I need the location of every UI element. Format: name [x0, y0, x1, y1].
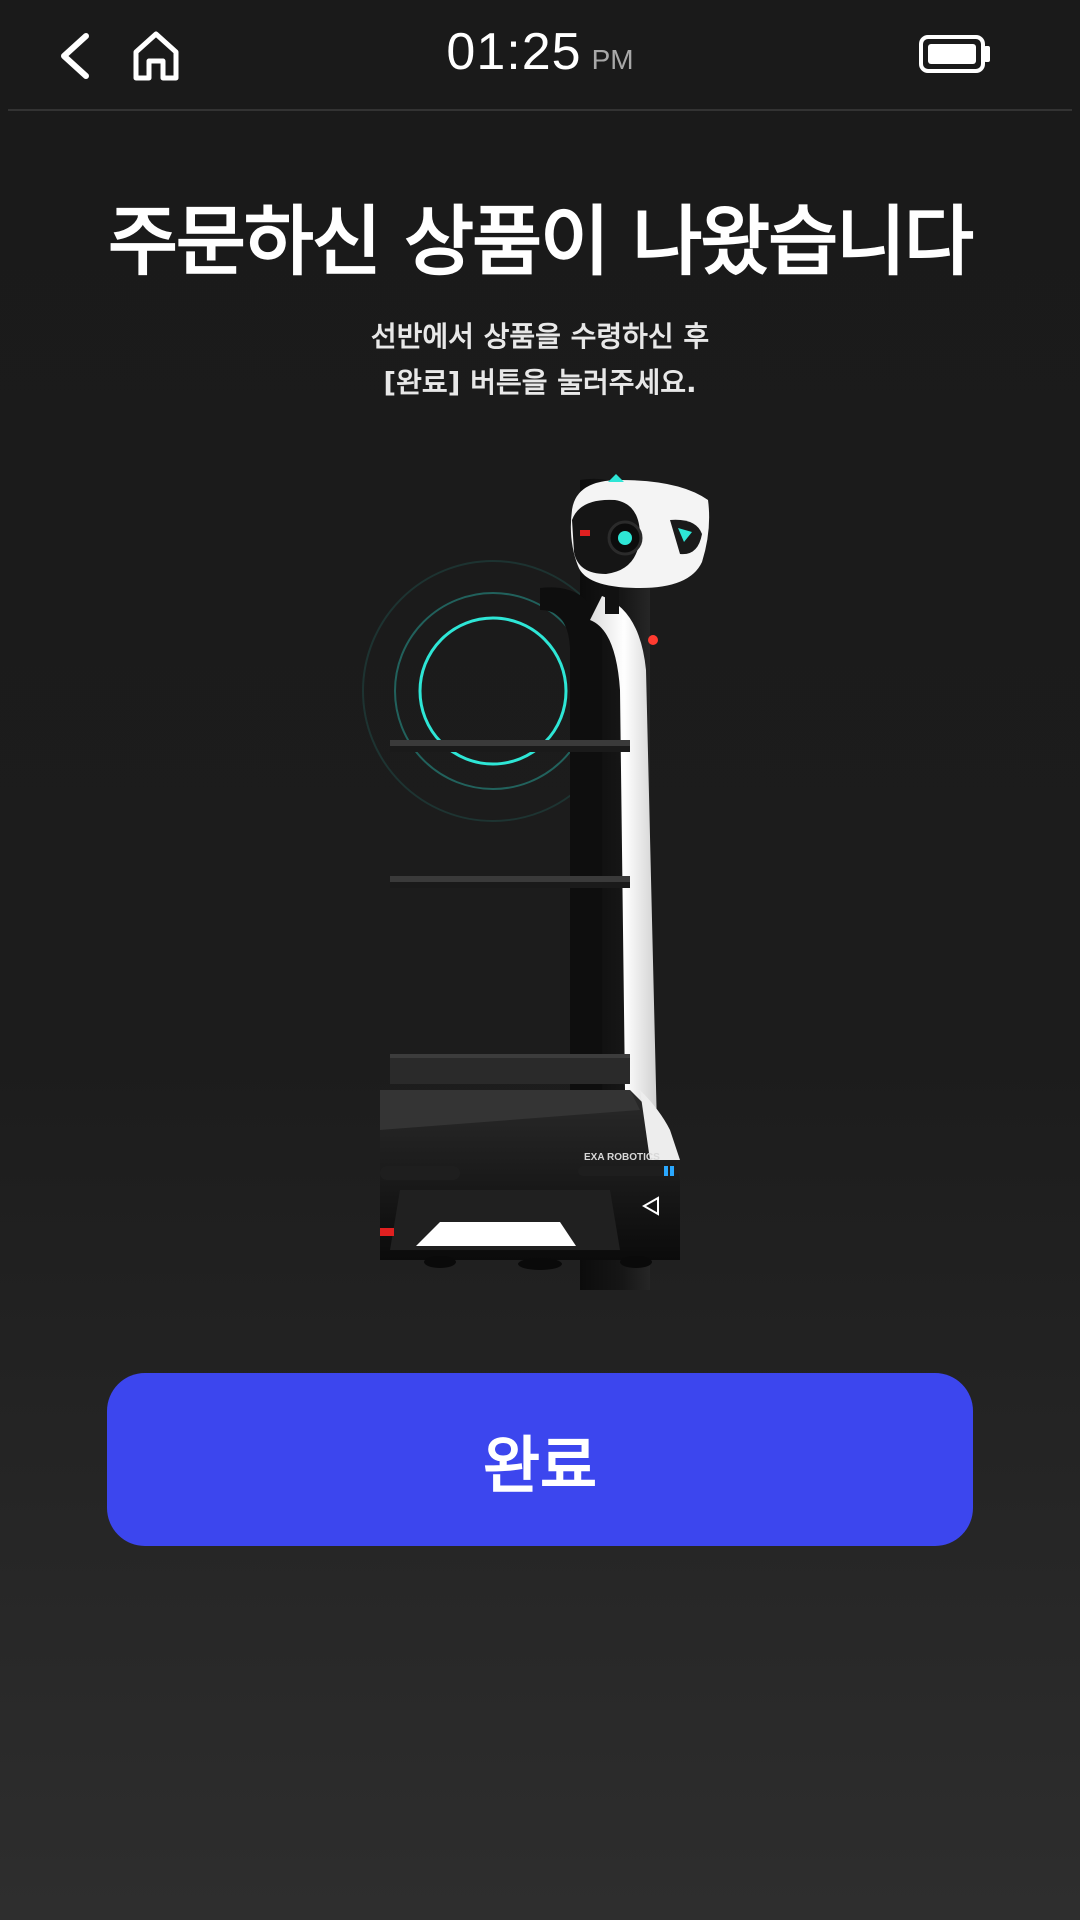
battery-full-icon — [919, 35, 990, 73]
done-button[interactable]: 완료 — [107, 1373, 973, 1546]
serving-robot-illustration: EXA ROBOTICS — [362, 474, 710, 1290]
robot-brand-label: EXA ROBOTICS — [584, 1152, 660, 1163]
top-bar: 01:25 PM — [0, 0, 1080, 111]
instruction-line-2: [완료] 버튼을 눌러주세요. — [383, 366, 697, 399]
clock-ampm: PM — [591, 44, 634, 75]
page-title: 주문하신 상품이 나왔습니다 — [108, 197, 974, 286]
clock-time: 01:25 — [446, 23, 582, 81]
robot-base: EXA ROBOTICS — [380, 1090, 680, 1270]
order-arrived-screen: 01:25 PM 주문하신 상품이 나왔습니다 선반에서 상품을 수령하신 후 [… — [0, 0, 1080, 1920]
robot-head — [570, 474, 710, 588]
instruction-line-1: 선반에서 상품을 수령하신 후 — [370, 320, 710, 353]
battery-status — [918, 34, 992, 74]
instruction-text: 선반에서 상품을 수령하신 후 [완료] 버튼을 눌러주세요. — [0, 314, 1080, 406]
top-bar-divider — [8, 109, 1072, 111]
